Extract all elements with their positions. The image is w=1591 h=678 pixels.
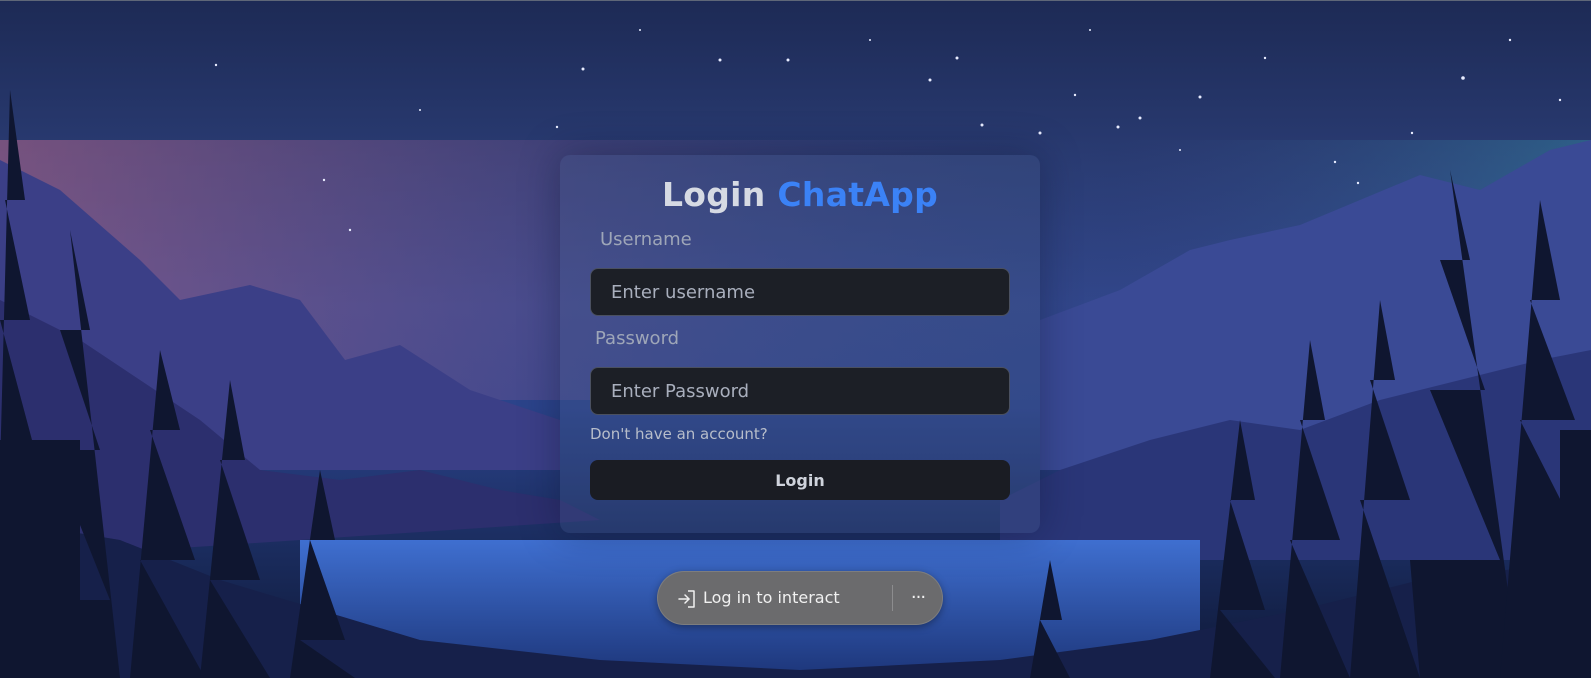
title-prefix: Login xyxy=(661,175,766,214)
password-label: Password xyxy=(595,328,680,349)
interact-bar: Log in to interact ··· xyxy=(657,571,943,625)
login-card: Login ChatApp Username Password Don't ha… xyxy=(560,155,1040,533)
login-button[interactable]: Login xyxy=(590,460,1010,500)
login-title: Login ChatApp xyxy=(560,175,1040,214)
brand-name: ChatApp xyxy=(777,175,939,214)
username-input[interactable] xyxy=(590,268,1010,316)
login-arrow-icon[interactable] xyxy=(676,588,698,610)
signup-link[interactable]: Don't have an account? xyxy=(590,425,768,443)
more-horizontal-icon[interactable]: ··· xyxy=(900,581,936,615)
log-in-to-interact-label[interactable]: Log in to interact xyxy=(703,588,840,607)
username-label: Username xyxy=(600,229,692,250)
window-top-border xyxy=(0,0,1591,1)
night-mountain-background: Login ChatApp Username Password Don't ha… xyxy=(0,0,1591,678)
interact-bar-divider xyxy=(892,585,893,611)
password-input[interactable] xyxy=(590,367,1010,415)
